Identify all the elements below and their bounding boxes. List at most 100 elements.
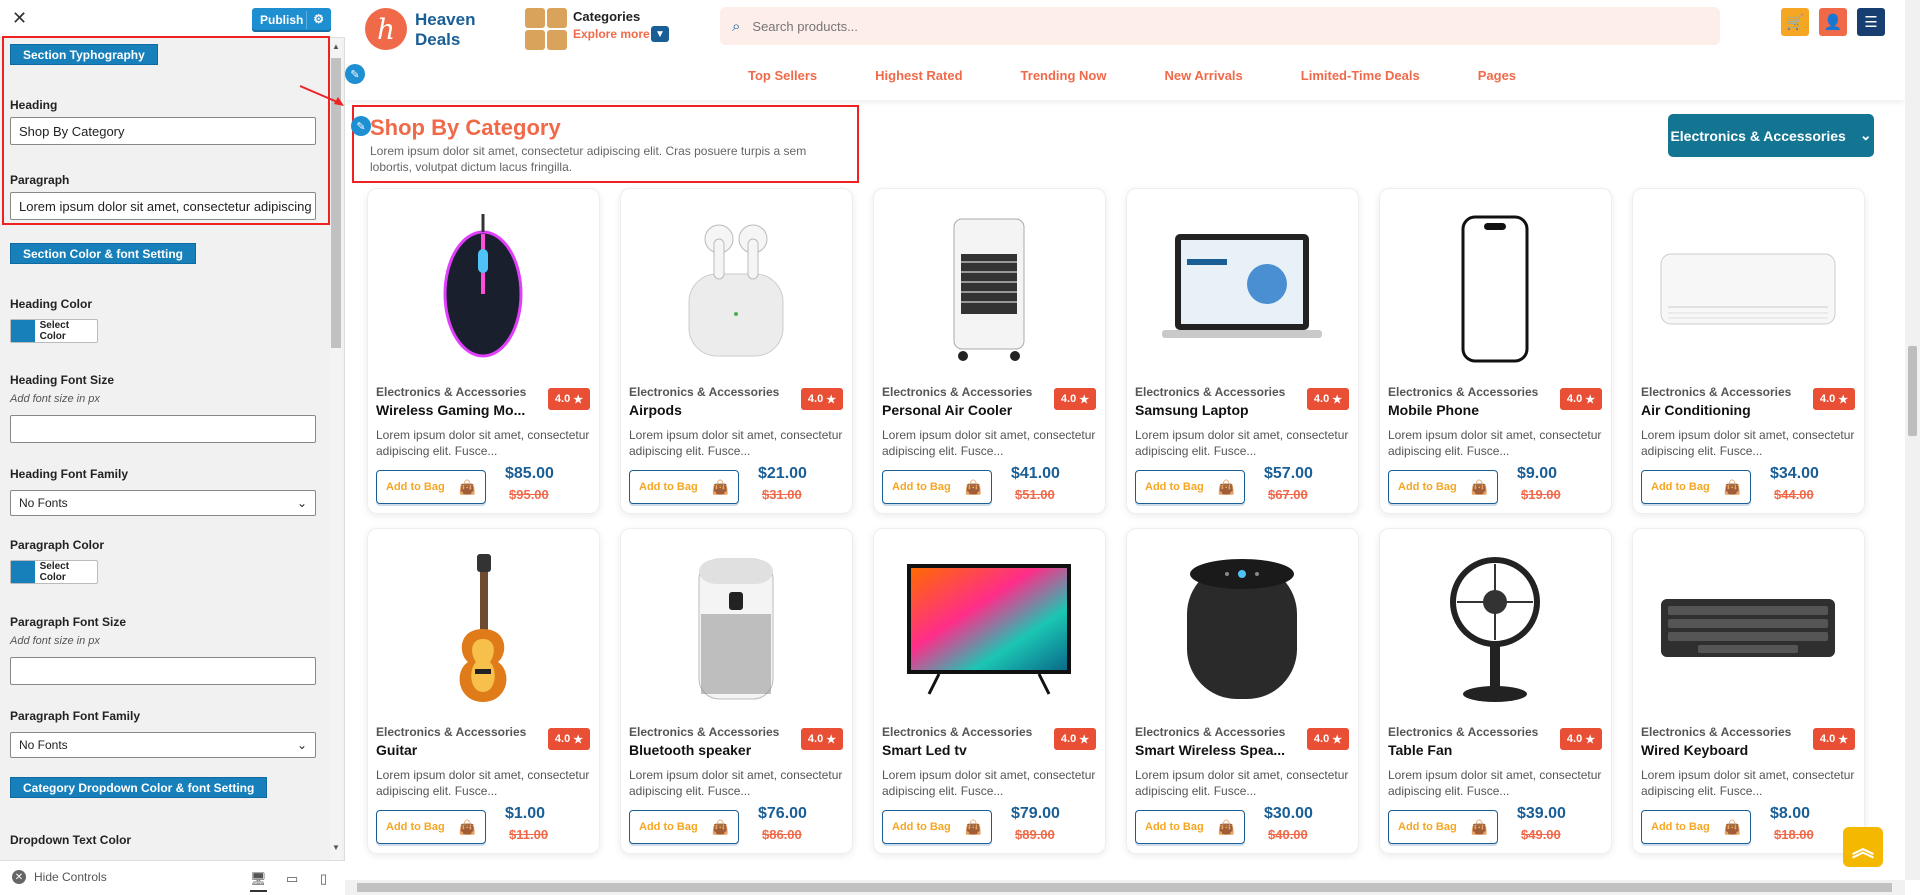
menu-button[interactable]: ☰ [1857, 8, 1885, 36]
panel-scrollbar[interactable] [330, 38, 342, 860]
add-to-bag-button[interactable]: Add to Bag 👜 [1388, 470, 1498, 504]
user-button[interactable]: 👤 [1819, 8, 1847, 36]
chevron-down-icon: ⌄ [296, 738, 307, 752]
add-to-bag-button[interactable]: Add to Bag 👜 [1388, 810, 1498, 844]
cooler-icon[interactable] [894, 201, 1084, 377]
product-card[interactable]: Electronics & Accessories Personal Air Co… [873, 188, 1106, 514]
heading-font-size-field[interactable] [10, 415, 316, 443]
keyboard-icon[interactable] [1653, 541, 1843, 717]
add-to-bag-button[interactable]: Add to Bag 👜 [882, 470, 992, 504]
nav-highest-rated[interactable]: Highest Rated [875, 68, 962, 83]
categories-thumbnails[interactable] [525, 8, 567, 50]
add-to-bag-button[interactable]: Add to Bag 👜 [376, 470, 486, 504]
product-card[interactable]: Electronics & Accessories Smart Led tv 4.0… [873, 528, 1106, 854]
cart-button[interactable]: 🛒 [1781, 8, 1809, 36]
product-old-price: $31.00 [762, 487, 802, 502]
add-to-bag-button[interactable]: Add to Bag 👜 [1135, 470, 1245, 504]
preview-horizontal-scrollbar[interactable] [345, 880, 1905, 895]
mouse-icon[interactable] [388, 201, 578, 377]
publish-button[interactable]: Publish ⚙ [252, 8, 331, 32]
add-to-bag-button[interactable]: Add to Bag 👜 [376, 810, 486, 844]
product-name[interactable]: Airpods [629, 402, 682, 418]
search-input[interactable] [752, 18, 1553, 34]
edit-pencil-icon[interactable]: ✎ [351, 116, 371, 136]
publish-label: Publish [260, 13, 304, 27]
add-to-bag-button[interactable]: Add to Bag 👜 [629, 470, 739, 504]
search-bar[interactable]: ⌕ [720, 7, 1720, 45]
scroll-down-icon[interactable]: ▼ [332, 843, 340, 852]
phone-icon[interactable] [1400, 201, 1590, 377]
scrollbar-thumb[interactable] [357, 883, 1892, 892]
hide-controls-button[interactable]: ✕ Hide Controls [12, 870, 107, 884]
gear-icon[interactable]: ⚙ [313, 12, 324, 26]
tv-icon[interactable] [894, 541, 1084, 717]
add-to-bag-button[interactable]: Add to Bag 👜 [882, 810, 992, 844]
product-name[interactable]: Wireless Gaming Mo... [376, 402, 525, 418]
tablet-icon[interactable]: ▭ [286, 871, 298, 887]
product-card[interactable]: Electronics & Accessories Wired Keyboard 4… [1632, 528, 1865, 854]
product-name[interactable]: Mobile Phone [1388, 402, 1479, 418]
heading-color-picker[interactable]: Select Color [10, 319, 98, 343]
add-to-bag-button[interactable]: Add to Bag 👜 [1641, 470, 1751, 504]
product-card[interactable]: Electronics & Accessories Smart Wireless … [1126, 528, 1359, 854]
product-name[interactable]: Personal Air Cooler [882, 402, 1012, 418]
product-card[interactable]: Electronics & Accessories Guitar 4.0 ★ Lorem… [367, 528, 600, 854]
laptop-icon[interactable] [1147, 201, 1337, 377]
nav-trending-now[interactable]: Trending Now [1021, 68, 1107, 83]
mobile-icon[interactable]: ▯ [320, 871, 327, 887]
ac-icon[interactable] [1653, 201, 1843, 377]
product-name[interactable]: Smart Wireless Spea... [1135, 742, 1285, 758]
product-old-price: $67.00 [1268, 487, 1308, 502]
category-dropdown-header[interactable]: Category Dropdown Color & font Setting [10, 777, 268, 798]
nav-pages[interactable]: Pages [1478, 68, 1516, 83]
paragraph-color-picker[interactable]: Select Color [10, 560, 98, 584]
scroll-to-top-button[interactable]: ︽ [1843, 827, 1883, 867]
paragraph-font-size-field[interactable] [10, 657, 316, 685]
logo-icon[interactable]: h [365, 8, 407, 50]
scroll-up-icon[interactable]: ▲ [332, 42, 340, 51]
paragraph-font-family-select[interactable]: No Fonts ⌄ [10, 732, 316, 758]
scrollbar-thumb[interactable] [1908, 346, 1917, 436]
product-name[interactable]: Samsung Laptop [1135, 402, 1249, 418]
section-color-font-header[interactable]: Section Color & font Setting [10, 243, 196, 264]
product-card[interactable]: Electronics & Accessories Bluetooth speak… [620, 528, 853, 854]
categories-label[interactable]: Categories [573, 9, 640, 24]
product-card[interactable]: Electronics & Accessories Wireless Gaming… [367, 188, 600, 514]
add-to-bag-button[interactable]: Add to Bag 👜 [629, 810, 739, 844]
product-name[interactable]: Smart Led tv [882, 742, 967, 758]
product-name[interactable]: Guitar [376, 742, 417, 758]
product-card[interactable]: Electronics & Accessories Air Conditionin… [1632, 188, 1865, 514]
explore-more-link[interactable]: Explore more [573, 27, 650, 41]
edit-pencil-icon[interactable]: ✎ [345, 64, 365, 84]
product-card[interactable]: Electronics & Accessories Airpods 4.0 ★ Lore… [620, 188, 853, 514]
add-to-bag-button[interactable]: Add to Bag 👜 [1135, 810, 1245, 844]
paragraph-font-size-hint: Add font size in px [10, 635, 100, 647]
nav-new-arrivals[interactable]: New Arrivals [1164, 68, 1242, 83]
add-to-bag-button[interactable]: Add to Bag 👜 [1641, 810, 1751, 844]
section-paragraph: Lorem ipsum dolor sit amet, consectetur … [370, 144, 807, 174]
nav-top-sellers[interactable]: Top Sellers [748, 68, 817, 83]
product-name[interactable]: Table Fan [1388, 742, 1452, 758]
product-name[interactable]: Bluetooth speaker [629, 742, 751, 758]
guitar-icon[interactable] [388, 541, 578, 717]
close-icon[interactable]: ✕ [12, 9, 27, 27]
desktop-icon[interactable]: 🖥 [250, 871, 267, 892]
chevron-down-icon[interactable]: ▼ [651, 26, 669, 42]
rating-value: 4.0 [1313, 393, 1330, 405]
product-price: $21.00 [758, 465, 807, 482]
product-name[interactable]: Wired Keyboard [1641, 742, 1748, 758]
category-dropdown[interactable]: Electronics & Accessories ⌄ [1668, 114, 1874, 157]
fan-icon[interactable] [1400, 541, 1590, 717]
nav-limited-time-deals[interactable]: Limited-Time Deals [1301, 68, 1420, 83]
purifier-icon[interactable] [641, 541, 831, 717]
airpods-icon[interactable] [641, 201, 831, 377]
product-card[interactable]: Electronics & Accessories Samsung Laptop 4… [1126, 188, 1359, 514]
product-card[interactable]: Electronics & Accessories Mobile Phone 4.0… [1379, 188, 1612, 514]
user-icon: 👤 [1823, 14, 1843, 31]
speaker-icon[interactable] [1147, 541, 1337, 717]
product-card[interactable]: Electronics & Accessories Table Fan 4.0 ★ Lo… [1379, 528, 1612, 854]
preview-scrollbar[interactable] [1905, 0, 1920, 880]
product-name[interactable]: Air Conditioning [1641, 402, 1751, 418]
heading-font-family-select[interactable]: No Fonts ⌄ [10, 490, 316, 516]
logo-text[interactable]: Heaven Deals [415, 10, 485, 50]
